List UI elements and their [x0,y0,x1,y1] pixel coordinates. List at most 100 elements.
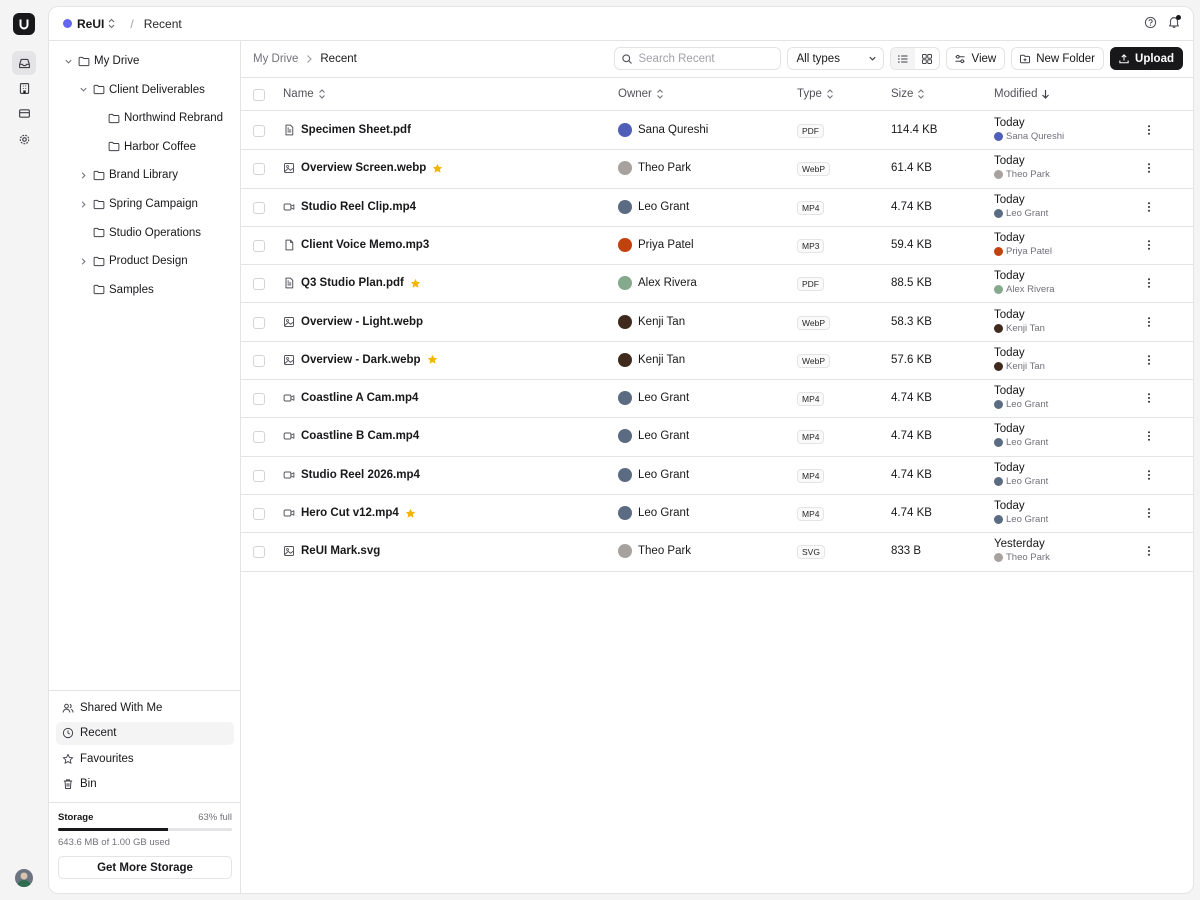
tree-item-product-design[interactable]: Product Design [77,250,188,272]
notifications-button[interactable] [1167,15,1181,29]
user-avatar[interactable] [15,869,33,887]
row-checkbox[interactable] [253,469,265,482]
select-all-checkbox[interactable] [253,89,265,101]
column-owner[interactable]: Owner [618,88,664,100]
app-logo[interactable] [13,13,35,35]
file-name[interactable]: Coastline A Cam.mp4 [301,392,418,404]
tree-item-studio-operations[interactable]: Studio Operations [77,222,201,244]
column-type[interactable]: Type [797,88,834,100]
settings-rail-button[interactable] [12,127,36,151]
more-actions-icon[interactable] [1143,277,1155,289]
more-actions-icon[interactable] [1143,430,1155,442]
sidebar-item-recent[interactable]: Recent [56,721,234,745]
storage-used: 643.6 MB of 1.00 GB used [58,837,170,848]
more-actions-icon[interactable] [1143,124,1155,136]
file-name[interactable]: Overview Screen.webp [301,162,426,174]
billing-rail-button[interactable] [12,101,36,125]
row-checkbox[interactable] [253,431,265,444]
row-checkbox[interactable] [253,239,265,252]
table-row[interactable]: Specimen Sheet.pdf Sana Qureshi PDF 114.… [241,112,1193,151]
chevron-right-icon[interactable] [77,200,89,209]
tree-item-samples[interactable]: Samples [77,279,154,301]
row-checkbox[interactable] [253,393,265,406]
top-breadcrumb[interactable]: Recent [144,17,182,31]
row-checkbox[interactable] [253,278,265,291]
file-name[interactable]: Q3 Studio Plan.pdf [301,277,404,289]
tree-item-spring-campaign[interactable]: Spring Campaign [77,193,198,215]
file-name[interactable]: Overview - Light.webp [301,316,423,328]
file-name[interactable]: Coastline B Cam.mp4 [301,430,419,442]
chevron-down-icon[interactable] [62,57,74,66]
get-more-storage-button[interactable]: Get More Storage [58,856,232,879]
help-icon[interactable] [1144,16,1157,29]
row-checkbox[interactable] [253,316,265,329]
chevron-right-icon[interactable] [77,257,89,266]
building-rail-button[interactable] [12,76,36,100]
starred-icon[interactable] [432,163,443,174]
table-row[interactable]: Overview - Light.webp Kenji Tan WebP 58.… [241,304,1193,342]
sidebar-item-shared-with-me[interactable]: Shared With Me [56,696,234,719]
type-filter-select[interactable]: All types [787,47,885,70]
row-checkbox[interactable] [253,201,265,214]
table-row[interactable]: Overview Screen.webp Theo Park WebP 61.4… [241,150,1193,189]
row-checkbox[interactable] [253,508,265,520]
more-actions-icon[interactable] [1143,316,1155,328]
search-input[interactable] [638,52,769,65]
file-name[interactable]: Overview - Dark.webp [301,354,421,366]
table-row[interactable]: Coastline B Cam.mp4 Leo Grant MP4 4.74 K… [241,418,1193,457]
chevron-down-icon[interactable] [77,85,89,94]
grid-view-button[interactable] [915,48,939,69]
table-row[interactable]: Client Voice Memo.mp3 Priya Patel MP3 59… [241,227,1193,266]
file-name[interactable]: Studio Reel Clip.mp4 [301,201,416,213]
row-checkbox[interactable] [253,354,265,367]
starred-icon[interactable] [410,278,421,289]
column-size[interactable]: Size [891,88,925,100]
starred-icon[interactable] [405,508,416,519]
sidebar-item-bin[interactable]: Bin [56,773,234,796]
breadcrumb-home[interactable]: My Drive [253,53,298,65]
upload-button[interactable]: Upload [1110,47,1183,70]
table-row[interactable]: Q3 Studio Plan.pdf Alex Rivera PDF 88.5 … [241,265,1193,304]
tree-item-harbor-coffee[interactable]: Harbor Coffee [92,136,196,158]
more-actions-icon[interactable] [1143,469,1155,481]
table-row[interactable]: Coastline A Cam.mp4 Leo Grant MP4 4.74 K… [241,380,1193,419]
tree-item-my-drive[interactable]: My Drive [62,50,139,72]
list-view-button[interactable] [891,48,916,69]
column-name[interactable]: Name [283,88,326,100]
file-size: 58.3 KB [891,315,932,328]
search-box[interactable] [614,47,782,70]
drive-rail-button[interactable] [12,51,36,75]
tree-item-brand-library[interactable]: Brand Library [77,164,178,186]
row-checkbox[interactable] [253,163,265,176]
chevron-up-down-icon[interactable] [107,18,116,29]
chevron-right-icon[interactable] [77,171,89,180]
more-actions-icon[interactable] [1143,162,1155,174]
more-actions-icon[interactable] [1143,545,1155,557]
file-name[interactable]: Studio Reel 2026.mp4 [301,469,420,481]
tree-item-client-deliverables[interactable]: Client Deliverables [77,79,205,101]
more-actions-icon[interactable] [1143,354,1155,366]
table-row[interactable]: Hero Cut v12.mp4 Leo Grant MP4 4.74 KB T… [241,495,1193,534]
file-name[interactable]: ReUI Mark.svg [301,545,380,557]
table-row[interactable]: Studio Reel 2026.mp4 Leo Grant MP4 4.74 … [241,457,1193,495]
sidebar-item-favourites[interactable]: Favourites [56,747,234,770]
table-row[interactable]: ReUI Mark.svg Theo Park SVG 833 B Yester… [241,533,1193,572]
more-actions-icon[interactable] [1143,201,1155,213]
new-folder-button[interactable]: New Folder [1011,47,1105,70]
file-name[interactable]: Client Voice Memo.mp3 [301,239,429,251]
more-actions-icon[interactable] [1143,239,1155,251]
tree-item-northwind-rebrand[interactable]: Northwind Rebrand [92,107,223,129]
row-checkbox[interactable] [253,546,265,559]
owner-avatar [994,132,1003,141]
column-modified[interactable]: Modified [994,88,1050,100]
row-checkbox[interactable] [253,125,265,137]
starred-icon[interactable] [427,354,438,365]
view-options-button[interactable]: View [946,47,1006,70]
more-actions-icon[interactable] [1143,507,1155,519]
table-row[interactable]: Overview - Dark.webp Kenji Tan WebP 57.6… [241,342,1193,381]
file-name[interactable]: Specimen Sheet.pdf [301,124,411,136]
file-name[interactable]: Hero Cut v12.mp4 [301,507,399,519]
table-row[interactable]: Studio Reel Clip.mp4 Leo Grant MP4 4.74 … [241,189,1193,227]
more-actions-icon[interactable] [1143,392,1155,404]
workspace-name[interactable]: ReUI [77,17,104,31]
